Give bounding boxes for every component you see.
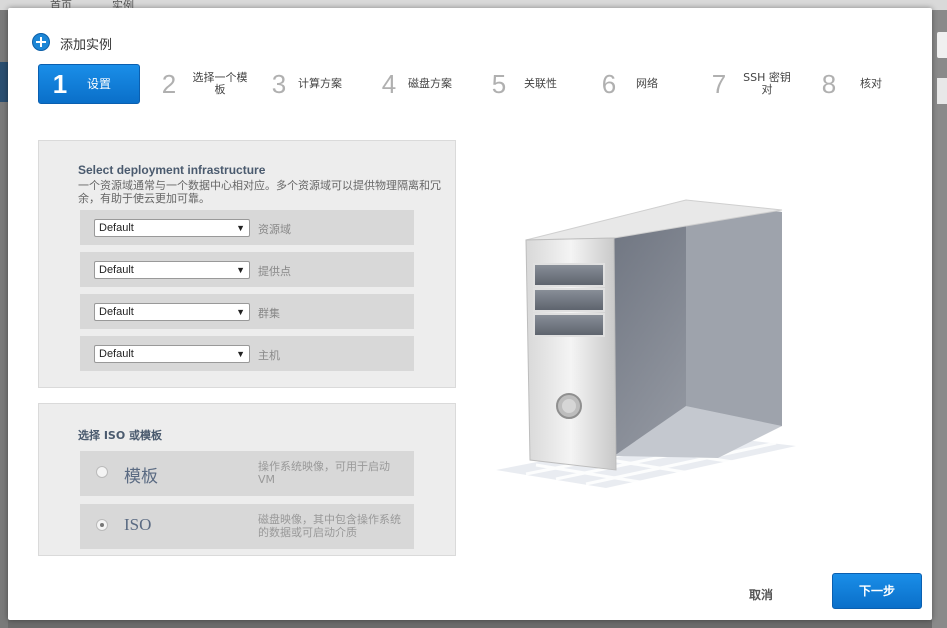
step-label: 磁盘方案 [408, 77, 452, 90]
step-label: 设置 [87, 77, 112, 91]
iso-title: 选择 ISO 或模板 [78, 429, 163, 442]
iso-option-name: ISO [124, 515, 152, 534]
background-right-strip [932, 10, 947, 628]
step-number: 1 [52, 68, 68, 99]
host-label: 主机 [258, 349, 280, 362]
step-label: 选择一个模板 [192, 71, 248, 96]
add-instance-dialog: 添加实例 1 设置 2 选择一个模板 3 计算方案 4 磁盘方案 5 关联性 6… [8, 8, 932, 620]
step-number: 4 [381, 68, 397, 99]
dropdown-arrow-icon: ▼ [236, 349, 245, 359]
background-left-strip [0, 10, 8, 628]
step-number: 6 [601, 68, 617, 99]
next-step-button[interactable]: 下一步 [832, 573, 922, 609]
step-number: 3 [271, 68, 287, 99]
zone-row: Default ▼ 资源域 [80, 210, 414, 245]
cluster-row: Default ▼ 群集 [80, 294, 414, 329]
host-select[interactable]: Default ▼ [94, 345, 250, 363]
iso-radio[interactable] [96, 519, 108, 531]
step-number: 8 [821, 68, 837, 99]
pod-row: Default ▼ 提供点 [80, 252, 414, 287]
template-option-desc: 操作系统映像，可用于启动 VM [258, 460, 390, 486]
template-option-name: 模板 [124, 467, 158, 486]
step-number: 7 [711, 68, 727, 99]
dialog-title-text: 添加实例 [60, 38, 113, 53]
dropdown-arrow-icon: ▼ [236, 223, 245, 233]
step-8-review[interactable]: 8 核对 [818, 64, 882, 104]
step-4-disk-offering[interactable]: 4 磁盘方案 [378, 64, 452, 104]
dropdown-arrow-icon: ▼ [236, 307, 245, 317]
template-radio[interactable] [96, 466, 108, 478]
step-number: 2 [161, 68, 177, 99]
cluster-select[interactable]: Default ▼ [94, 303, 250, 321]
cluster-label: 群集 [258, 307, 280, 320]
step-6-network[interactable]: 6 网络 [598, 64, 658, 104]
dialog-title: 添加实例 [32, 30, 112, 53]
step-number: 5 [491, 68, 507, 99]
step-7-ssh-keypair[interactable]: 7 SSH 密钥对 [708, 64, 796, 104]
infra-title: Select deployment infrastructure [78, 163, 266, 177]
wizard-steps: 1 设置 2 选择一个模板 3 计算方案 4 磁盘方案 5 关联性 6 网络 7… [38, 64, 918, 104]
step-1-settings[interactable]: 1 设置 [38, 64, 140, 104]
step-3-compute-offering[interactable]: 3 计算方案 [268, 64, 342, 104]
step-label: 网络 [636, 77, 658, 90]
step-label: SSH 密钥对 [743, 71, 791, 96]
zone-label: 资源域 [258, 223, 291, 236]
iso-option[interactable]: ISO 磁盘映像，其中包含操作系统的数据或可启动介质 [80, 504, 414, 549]
infra-description: 一个资源域通常与一个数据中心相对应。多个资源域可以提供物理隔离和冗余，有助于使云… [78, 179, 441, 205]
dropdown-arrow-icon: ▼ [236, 265, 245, 275]
cancel-button[interactable]: 取消 [749, 586, 773, 603]
pod-label: 提供点 [258, 265, 291, 278]
template-option[interactable]: 模板 操作系统映像，可用于启动 VM [80, 451, 414, 496]
iso-option-desc: 磁盘映像，其中包含操作系统的数据或可启动介质 [258, 513, 401, 539]
step-label: 核对 [860, 77, 882, 90]
zone-select[interactable]: Default ▼ [94, 219, 250, 237]
step-2-template[interactable]: 2 选择一个模板 [158, 64, 252, 104]
iso-or-template-panel: 选择 ISO 或模板 模板 操作系统映像，可用于启动 VM ISO 磁盘映像，其… [38, 403, 456, 556]
step-label: 关联性 [524, 77, 557, 90]
pod-select[interactable]: Default ▼ [94, 261, 250, 279]
step-5-affinity[interactable]: 5 关联性 [488, 64, 557, 104]
server-illustration [496, 199, 796, 488]
step-label: 计算方案 [298, 77, 342, 90]
host-row: Default ▼ 主机 [80, 336, 414, 371]
plus-circle-icon [32, 32, 50, 51]
deployment-infrastructure-panel: Select deployment infrastructure 一个资源域通常… [38, 140, 456, 388]
